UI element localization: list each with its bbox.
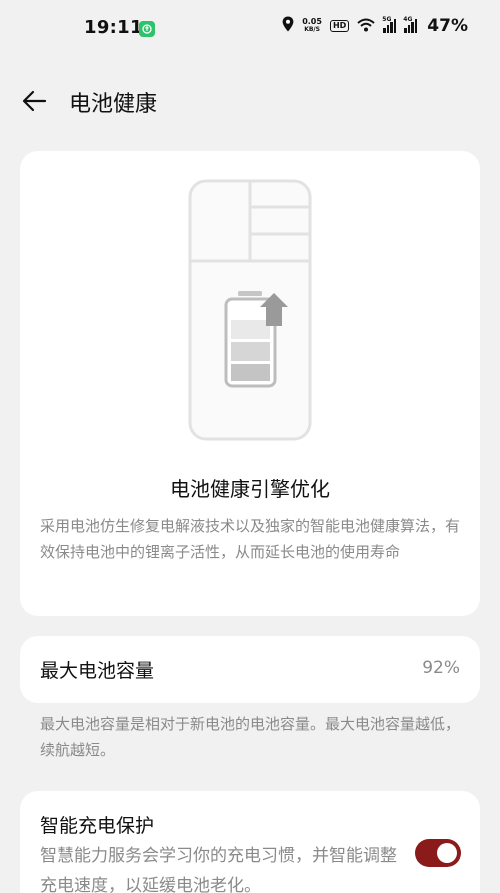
app-notification-icon — [139, 21, 155, 37]
max-capacity-description: 最大电池容量是相对于新电池的电池容量。最大电池容量越低，续航越短。 — [40, 715, 461, 759]
back-arrow-icon — [22, 90, 47, 112]
network-speed-unit: KB/S — [304, 26, 320, 33]
smart-charge-card: 智能充电保护 智慧能力服务会学习你的充电习惯，并智能调整充电速度，以延缓电池老化… — [20, 791, 480, 893]
status-time: 19:11 — [84, 17, 143, 38]
status-bar: 19:11 0.05 KB/S HD 5G 4G 47% — [0, 0, 500, 56]
location-icon — [282, 16, 294, 36]
max-capacity-card[interactable]: 最大电池容量 92% — [20, 636, 480, 703]
smart-charge-description: 智慧能力服务会学习你的充电习惯，并智能调整充电速度，以延缓电池老化。 — [40, 846, 397, 893]
status-icons: 0.05 KB/S HD 5G 4G 47% — [282, 16, 468, 36]
signal-icon-sim1: 5G — [382, 16, 397, 33]
wifi-icon — [357, 17, 375, 36]
network-speed-value: 0.05 — [302, 17, 322, 26]
battery-percentage: 47% — [427, 16, 468, 36]
smart-charge-toggle[interactable] — [415, 839, 461, 867]
network-speed: 0.05 KB/S — [302, 18, 322, 34]
hero-description: 采用电池仿生修复电解液技术以及独家的智能电池健康算法，有效保持电池中的锂离子活性… — [40, 517, 461, 561]
max-capacity-value: 92% — [422, 658, 460, 678]
battery-health-icon — [188, 179, 314, 445]
hero-title: 电池健康引擎优化 — [170, 477, 330, 501]
hd-badge: HD — [329, 20, 350, 32]
page-title: 电池健康 — [69, 92, 158, 117]
toggle-knob — [437, 843, 457, 863]
back-button[interactable] — [20, 86, 50, 116]
signal-icon-sim2: 4G — [403, 16, 418, 33]
smart-charge-label: 智能充电保护 — [40, 815, 155, 837]
max-capacity-label: 最大电池容量 — [40, 660, 155, 682]
battery-engine-card: 电池健康引擎优化 采用电池仿生修复电解液技术以及独家的智能电池健康算法，有效保持… — [20, 151, 480, 616]
